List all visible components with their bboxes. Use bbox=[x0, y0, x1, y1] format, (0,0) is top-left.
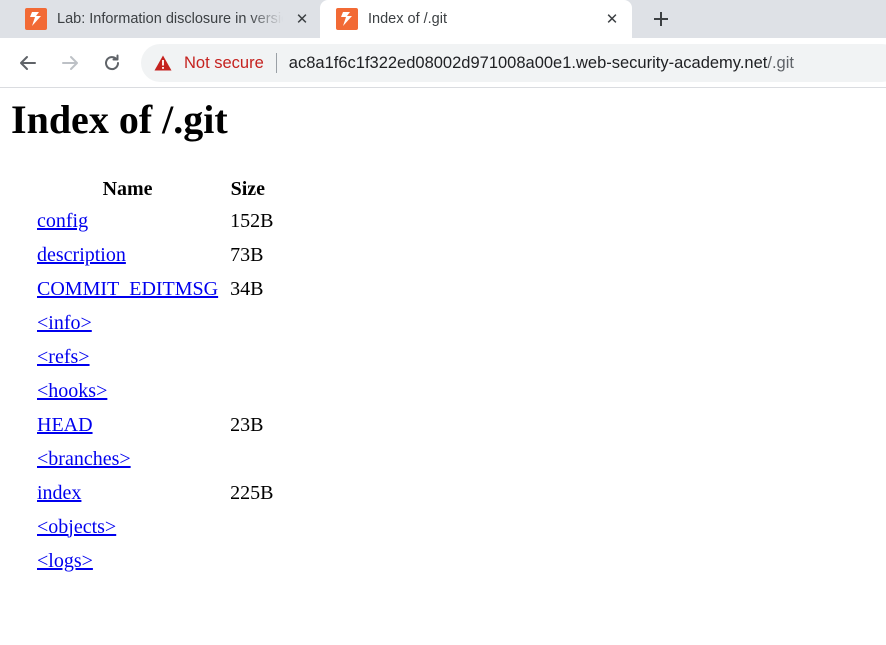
url-text[interactable]: ac8a1f6c1f322ed08002d971008a00e1.web-sec… bbox=[289, 54, 794, 73]
address-bar[interactable]: Not secure ac8a1f6c1f322ed08002d971008a0… bbox=[141, 44, 886, 82]
reload-icon bbox=[105, 54, 120, 71]
file-link[interactable]: HEAD bbox=[37, 414, 93, 436]
url-host: ac8a1f6c1f322ed08002d971008a00e1.web-sec… bbox=[288, 53, 768, 72]
file-link[interactable]: <branches> bbox=[37, 448, 131, 470]
divider bbox=[275, 53, 277, 73]
file-link[interactable]: <objects> bbox=[37, 516, 116, 538]
name-cell: HEAD bbox=[35, 408, 220, 442]
file-link[interactable]: COMMIT_EDITMSG bbox=[37, 278, 218, 300]
warning-icon[interactable] bbox=[154, 54, 172, 72]
tab-title: Lab: Information disclosure in version c… bbox=[57, 11, 283, 27]
arrow-left-icon bbox=[20, 56, 36, 70]
name-cell: description bbox=[35, 238, 220, 272]
listing-body: config 152B description 73B COMMIT_EDITMSG 34… bbox=[35, 204, 275, 578]
name-cell: index bbox=[35, 476, 220, 510]
table-row: <logs> bbox=[35, 544, 275, 578]
size-cell: 34B bbox=[230, 277, 264, 300]
name-cell: config bbox=[35, 204, 220, 238]
name-cell: <hooks> bbox=[35, 374, 220, 408]
column-header-name: Name bbox=[102, 177, 153, 200]
name-cell: <refs> bbox=[35, 340, 220, 374]
file-link[interactable]: <refs> bbox=[37, 346, 90, 368]
close-tab-icon[interactable]: ✕ bbox=[292, 9, 312, 29]
size-cell bbox=[220, 442, 275, 476]
table-row: <info> bbox=[35, 306, 275, 340]
size-cell: 23B bbox=[230, 413, 264, 436]
name-cell: <logs> bbox=[35, 544, 220, 578]
name-cell: <objects> bbox=[35, 510, 220, 544]
size-cell bbox=[220, 306, 275, 340]
tab-index-of-git[interactable]: Index of /.git ✕ bbox=[320, 0, 632, 38]
table-header-row: Name Size bbox=[35, 174, 275, 204]
tab-strip: Lab: Information disclosure in version c… bbox=[0, 0, 886, 38]
file-link[interactable]: config bbox=[37, 210, 88, 232]
table-row: config 152B bbox=[35, 204, 275, 238]
page-title: Index of /.git bbox=[11, 97, 228, 142]
table-row: index 225B bbox=[35, 476, 275, 510]
table-row: description 73B bbox=[35, 238, 275, 272]
file-link[interactable]: <hooks> bbox=[37, 380, 107, 402]
column-header-size: Size bbox=[230, 177, 266, 200]
portswigger-logo-icon bbox=[336, 8, 358, 30]
file-link[interactable]: index bbox=[37, 482, 81, 504]
back-button[interactable] bbox=[15, 50, 41, 76]
portswigger-logo-icon bbox=[25, 8, 47, 30]
name-cell: COMMIT_EDITMSG bbox=[35, 272, 220, 306]
table-row: <objects> bbox=[35, 510, 275, 544]
page-content: Index of /.git Name Size config 152B descr… bbox=[0, 88, 886, 645]
close-tab-icon[interactable]: ✕ bbox=[602, 9, 622, 29]
file-link[interactable]: <info> bbox=[37, 312, 92, 334]
new-tab-button[interactable] bbox=[648, 6, 674, 32]
size-cell: 152B bbox=[230, 209, 274, 232]
arrow-right-icon bbox=[62, 56, 78, 70]
name-cell: <branches> bbox=[35, 442, 220, 476]
table-row: <hooks> bbox=[35, 374, 275, 408]
reload-button[interactable] bbox=[99, 50, 125, 76]
size-cell: 73B bbox=[230, 243, 264, 266]
file-link[interactable]: description bbox=[37, 244, 126, 266]
size-cell bbox=[220, 544, 275, 578]
url-path: /.git bbox=[767, 53, 794, 72]
tab-lab[interactable]: Lab: Information disclosure in version c… bbox=[14, 0, 320, 38]
forward-button[interactable] bbox=[57, 50, 83, 76]
table-row: COMMIT_EDITMSG 34B bbox=[35, 272, 275, 306]
size-cell: 225B bbox=[230, 481, 274, 504]
table-row: HEAD 23B bbox=[35, 408, 275, 442]
plus-icon bbox=[654, 12, 668, 26]
size-cell bbox=[220, 340, 275, 374]
file-link[interactable]: <logs> bbox=[37, 550, 93, 572]
security-status-label[interactable]: Not secure bbox=[184, 54, 264, 73]
name-cell: <info> bbox=[35, 306, 220, 340]
browser-toolbar: Not secure ac8a1f6c1f322ed08002d971008a0… bbox=[0, 38, 886, 88]
table-row: <branches> bbox=[35, 442, 275, 476]
size-cell bbox=[220, 510, 275, 544]
table-row: <refs> bbox=[35, 340, 275, 374]
size-cell bbox=[220, 374, 275, 408]
tab-title: Index of /.git bbox=[368, 11, 447, 27]
directory-listing: Name Size config 152B description 73B COMMIT… bbox=[35, 174, 275, 578]
